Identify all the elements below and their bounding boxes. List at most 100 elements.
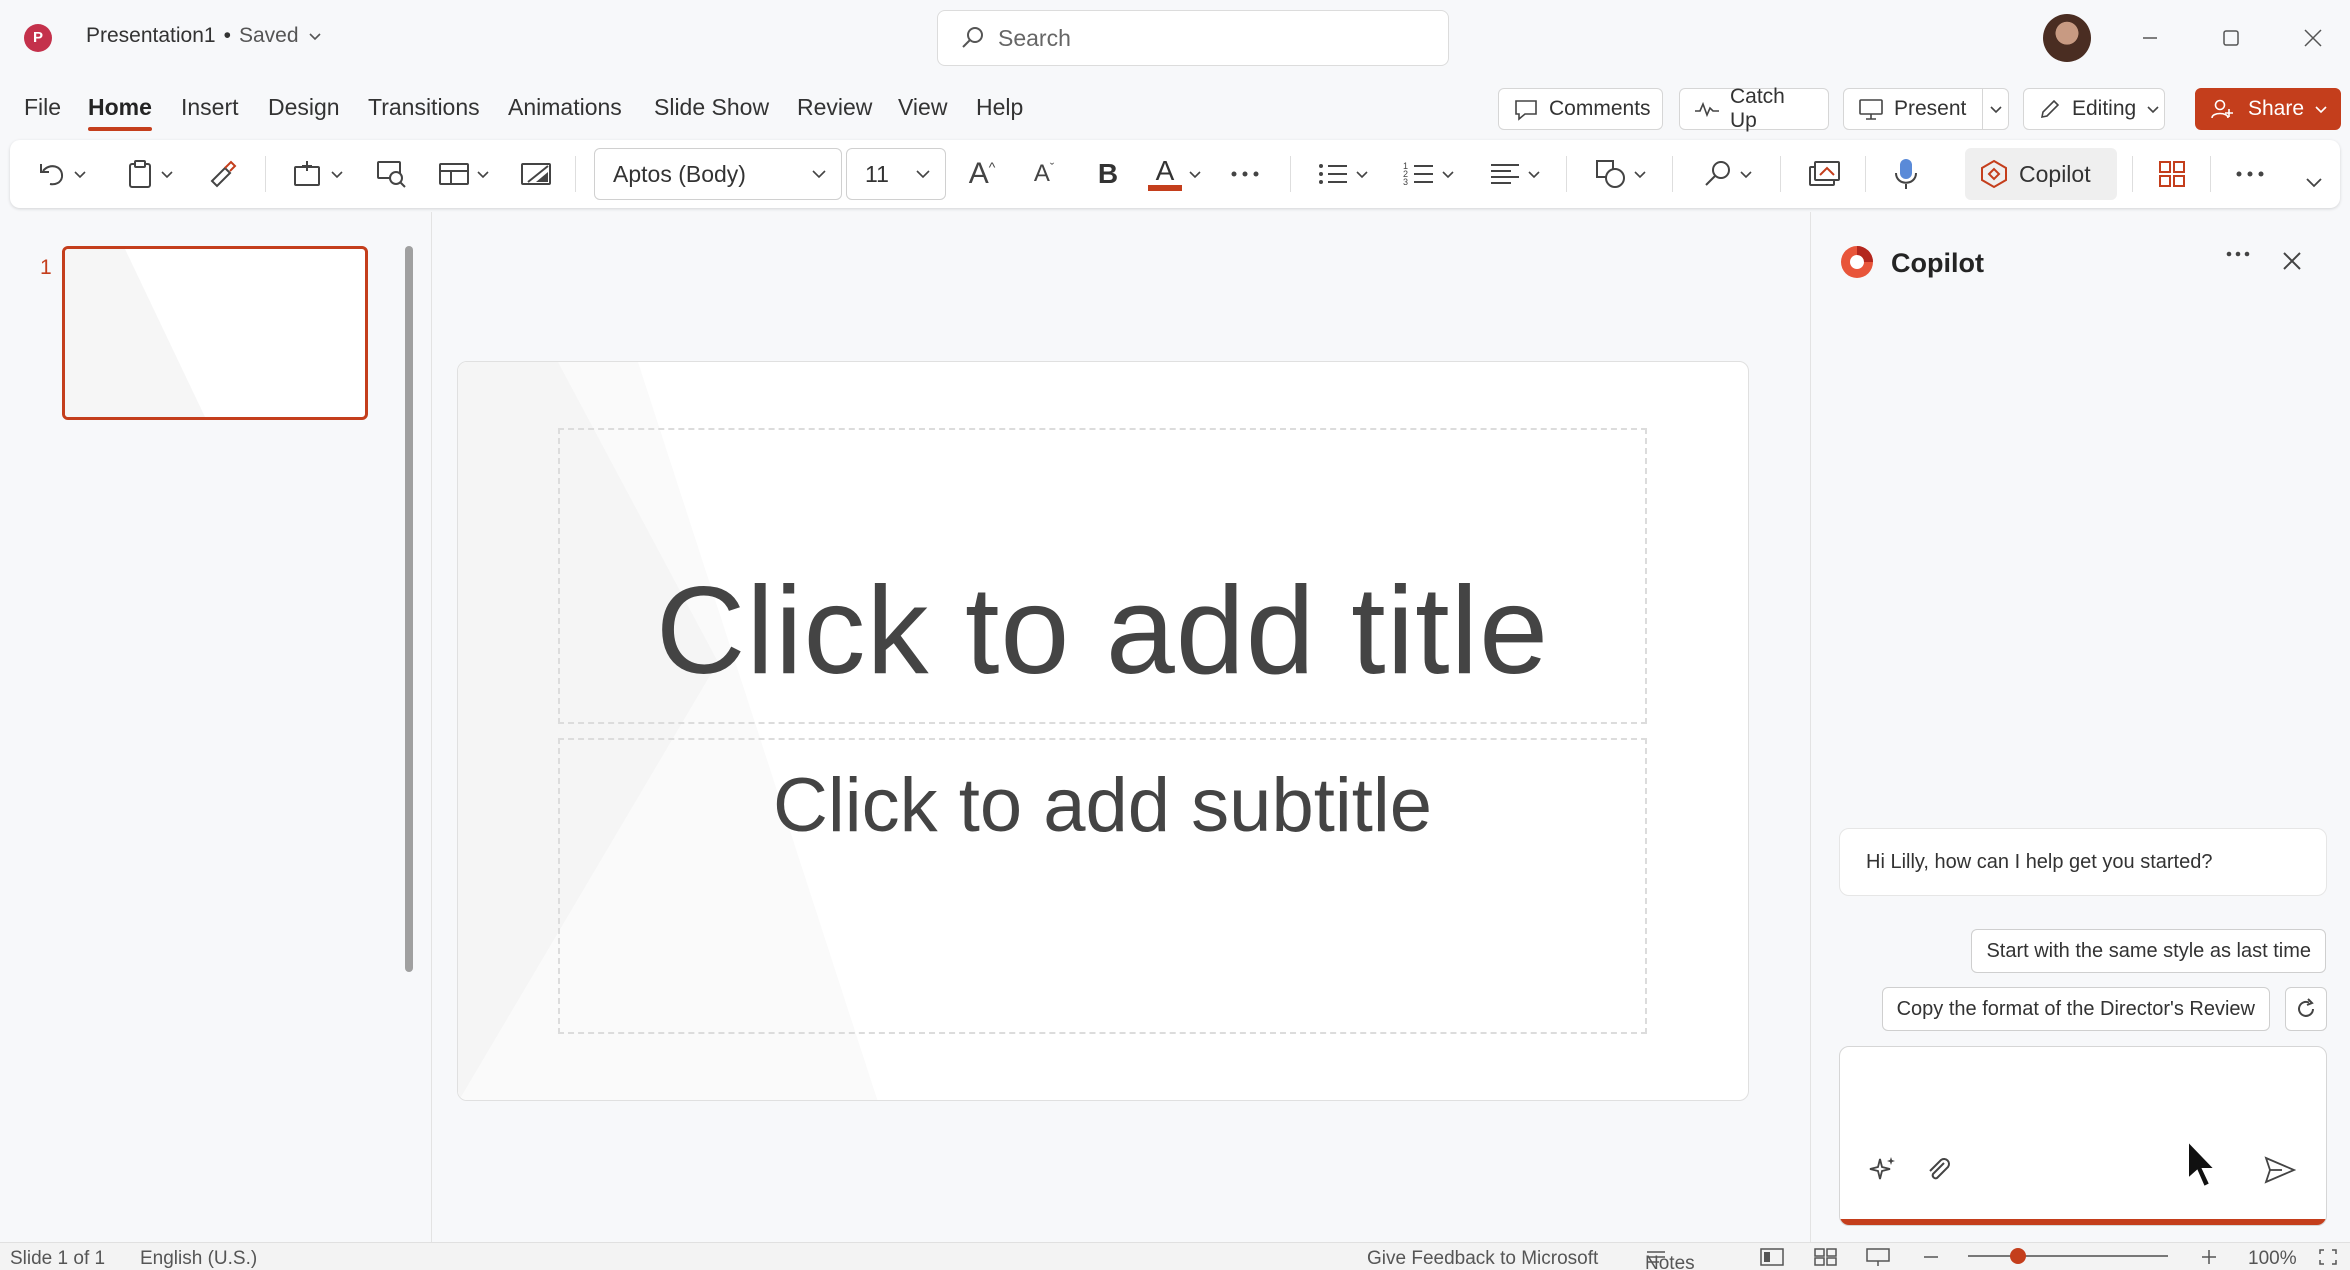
thumbnail-scrollbar[interactable] bbox=[405, 246, 413, 972]
shapes-button[interactable] bbox=[1588, 154, 1654, 194]
tab-home[interactable]: Home bbox=[88, 94, 152, 131]
saved-status: Saved bbox=[238, 24, 299, 47]
language-indicator[interactable]: English (U.S.) bbox=[140, 1248, 257, 1270]
chevron-down-icon bbox=[1527, 167, 1541, 181]
chevron-down-icon bbox=[1739, 167, 1753, 181]
paste-button[interactable] bbox=[120, 154, 180, 194]
reuse-slides-button[interactable] bbox=[372, 154, 412, 194]
copilot-close-button[interactable] bbox=[2281, 250, 2303, 272]
zoom-slider-track[interactable] bbox=[1968, 1255, 2168, 1257]
catch-up-button[interactable]: Catch Up bbox=[1679, 85, 1829, 132]
more-options-button[interactable] bbox=[2228, 154, 2272, 194]
title-placeholder[interactable]: Click to add title bbox=[558, 428, 1647, 724]
new-slide-button[interactable] bbox=[286, 154, 350, 194]
editing-mode-button[interactable]: Editing bbox=[2023, 88, 2165, 130]
bold-button[interactable]: B bbox=[1088, 154, 1128, 194]
slide-sorter-button[interactable] bbox=[1814, 1248, 1838, 1266]
font-name-select[interactable]: Aptos (Body) bbox=[594, 148, 842, 200]
paperclip-icon bbox=[1929, 1158, 1950, 1180]
tab-slide-show[interactable]: Slide Show bbox=[654, 94, 769, 121]
feedback-link[interactable]: Give Feedback to Microsoft bbox=[1367, 1248, 1598, 1270]
format-background-button[interactable] bbox=[516, 154, 556, 194]
font-color-button[interactable]: A bbox=[1142, 154, 1208, 194]
shrink-font-button[interactable]: Aˇ bbox=[1022, 154, 1066, 194]
zoom-in-button[interactable] bbox=[2200, 1248, 2218, 1266]
chevron-down-icon bbox=[915, 166, 931, 182]
dictate-button[interactable] bbox=[1884, 154, 1928, 194]
align-button[interactable] bbox=[1482, 154, 1548, 194]
copilot-button[interactable]: Copilot bbox=[1965, 148, 2117, 200]
user-avatar[interactable] bbox=[2043, 14, 2091, 62]
present-icon bbox=[1858, 97, 1884, 121]
document-title[interactable]: Presentation1 • Saved bbox=[86, 24, 323, 48]
tab-insert[interactable]: Insert bbox=[181, 94, 239, 121]
ribbon-separator bbox=[1865, 156, 1866, 192]
numbering-button[interactable]: 123 bbox=[1396, 154, 1462, 194]
zoom-slider-thumb[interactable] bbox=[2010, 1248, 2026, 1264]
share-button[interactable]: Share bbox=[2195, 88, 2341, 130]
slide-thumbnail[interactable] bbox=[62, 246, 368, 420]
comments-button[interactable]: Comments bbox=[1498, 88, 1663, 130]
tab-file[interactable]: File bbox=[24, 94, 61, 121]
suggestion-chip[interactable]: Start with the same style as last time bbox=[1971, 929, 2326, 973]
tab-review[interactable]: Review bbox=[797, 94, 872, 121]
more-font-options-button[interactable] bbox=[1225, 154, 1265, 194]
layout-button[interactable] bbox=[432, 154, 496, 194]
copilot-prompt-box[interactable] bbox=[1839, 1046, 2327, 1226]
bullets-icon bbox=[1317, 160, 1349, 188]
present-options-chevron-icon[interactable] bbox=[1982, 89, 2008, 129]
numbering-icon: 123 bbox=[1403, 160, 1435, 188]
normal-view-button[interactable] bbox=[1760, 1248, 1784, 1266]
more-icon bbox=[2226, 251, 2250, 257]
suggestion-chip[interactable]: Copy the format of the Director's Review bbox=[1881, 987, 2270, 1031]
copilot-prompt-input[interactable] bbox=[1860, 1069, 2300, 1129]
slide-sorter-icon bbox=[1814, 1248, 1837, 1266]
title-separator: • bbox=[223, 24, 231, 47]
close-button[interactable] bbox=[2293, 18, 2333, 58]
shapes-icon bbox=[1595, 159, 1627, 189]
notes-button[interactable]: Notes bbox=[1645, 1248, 1695, 1270]
maximize-button[interactable] bbox=[2211, 18, 2251, 58]
bullets-button[interactable] bbox=[1310, 154, 1376, 194]
more-icon bbox=[2234, 169, 2266, 179]
tab-view[interactable]: View bbox=[898, 94, 947, 121]
font-size-select[interactable]: 11 bbox=[846, 148, 946, 200]
search-box[interactable] bbox=[937, 10, 1449, 66]
present-button[interactable]: Present bbox=[1843, 88, 2009, 130]
minimize-button[interactable] bbox=[2130, 18, 2170, 58]
tab-help[interactable]: Help bbox=[976, 94, 1023, 121]
collapse-ribbon-button[interactable] bbox=[2296, 162, 2332, 202]
tab-transitions[interactable]: Transitions bbox=[368, 94, 480, 121]
addins-button[interactable] bbox=[2150, 154, 2194, 194]
fit-slide-button[interactable] bbox=[2318, 1248, 2338, 1266]
chevron-down-icon bbox=[307, 28, 323, 44]
copilot-more-button[interactable] bbox=[2225, 250, 2251, 258]
subtitle-placeholder[interactable]: Click to add subtitle bbox=[558, 738, 1647, 1034]
catch-up-label: Catch Up bbox=[1730, 85, 1785, 132]
chevron-down-icon bbox=[73, 167, 87, 181]
find-button[interactable] bbox=[1695, 154, 1761, 194]
copilot-title: Copilot bbox=[1891, 248, 1984, 278]
tab-animations[interactable]: Animations bbox=[508, 94, 622, 121]
ribbon-separator bbox=[1290, 156, 1291, 192]
editing-label: Editing bbox=[2072, 97, 2137, 120]
refresh-suggestions-button[interactable] bbox=[2285, 987, 2327, 1031]
grow-font-button[interactable]: A ^ bbox=[960, 154, 1004, 194]
addins-icon bbox=[2157, 159, 2187, 189]
ribbon-separator bbox=[1566, 156, 1567, 192]
slide-canvas[interactable]: Click to add title Click to add subtitle bbox=[457, 361, 1749, 1101]
tab-design[interactable]: Design bbox=[268, 94, 340, 121]
attach-button[interactable] bbox=[1924, 1155, 1954, 1185]
search-input[interactable] bbox=[998, 24, 1418, 52]
notes-label: Notes bbox=[1645, 1253, 1695, 1270]
format-painter-button[interactable] bbox=[202, 154, 242, 194]
undo-button[interactable] bbox=[32, 154, 92, 194]
designer-button[interactable] bbox=[1802, 154, 1846, 194]
prompt-guide-button[interactable] bbox=[1868, 1155, 1898, 1185]
zoom-out-button[interactable] bbox=[1922, 1248, 1940, 1266]
designer-icon bbox=[1808, 159, 1840, 189]
send-button[interactable] bbox=[2264, 1155, 2296, 1185]
grow-font-icon: A bbox=[968, 157, 989, 190]
reading-view-button[interactable] bbox=[1866, 1248, 1890, 1266]
zoom-level[interactable]: 100% bbox=[2248, 1248, 2297, 1270]
